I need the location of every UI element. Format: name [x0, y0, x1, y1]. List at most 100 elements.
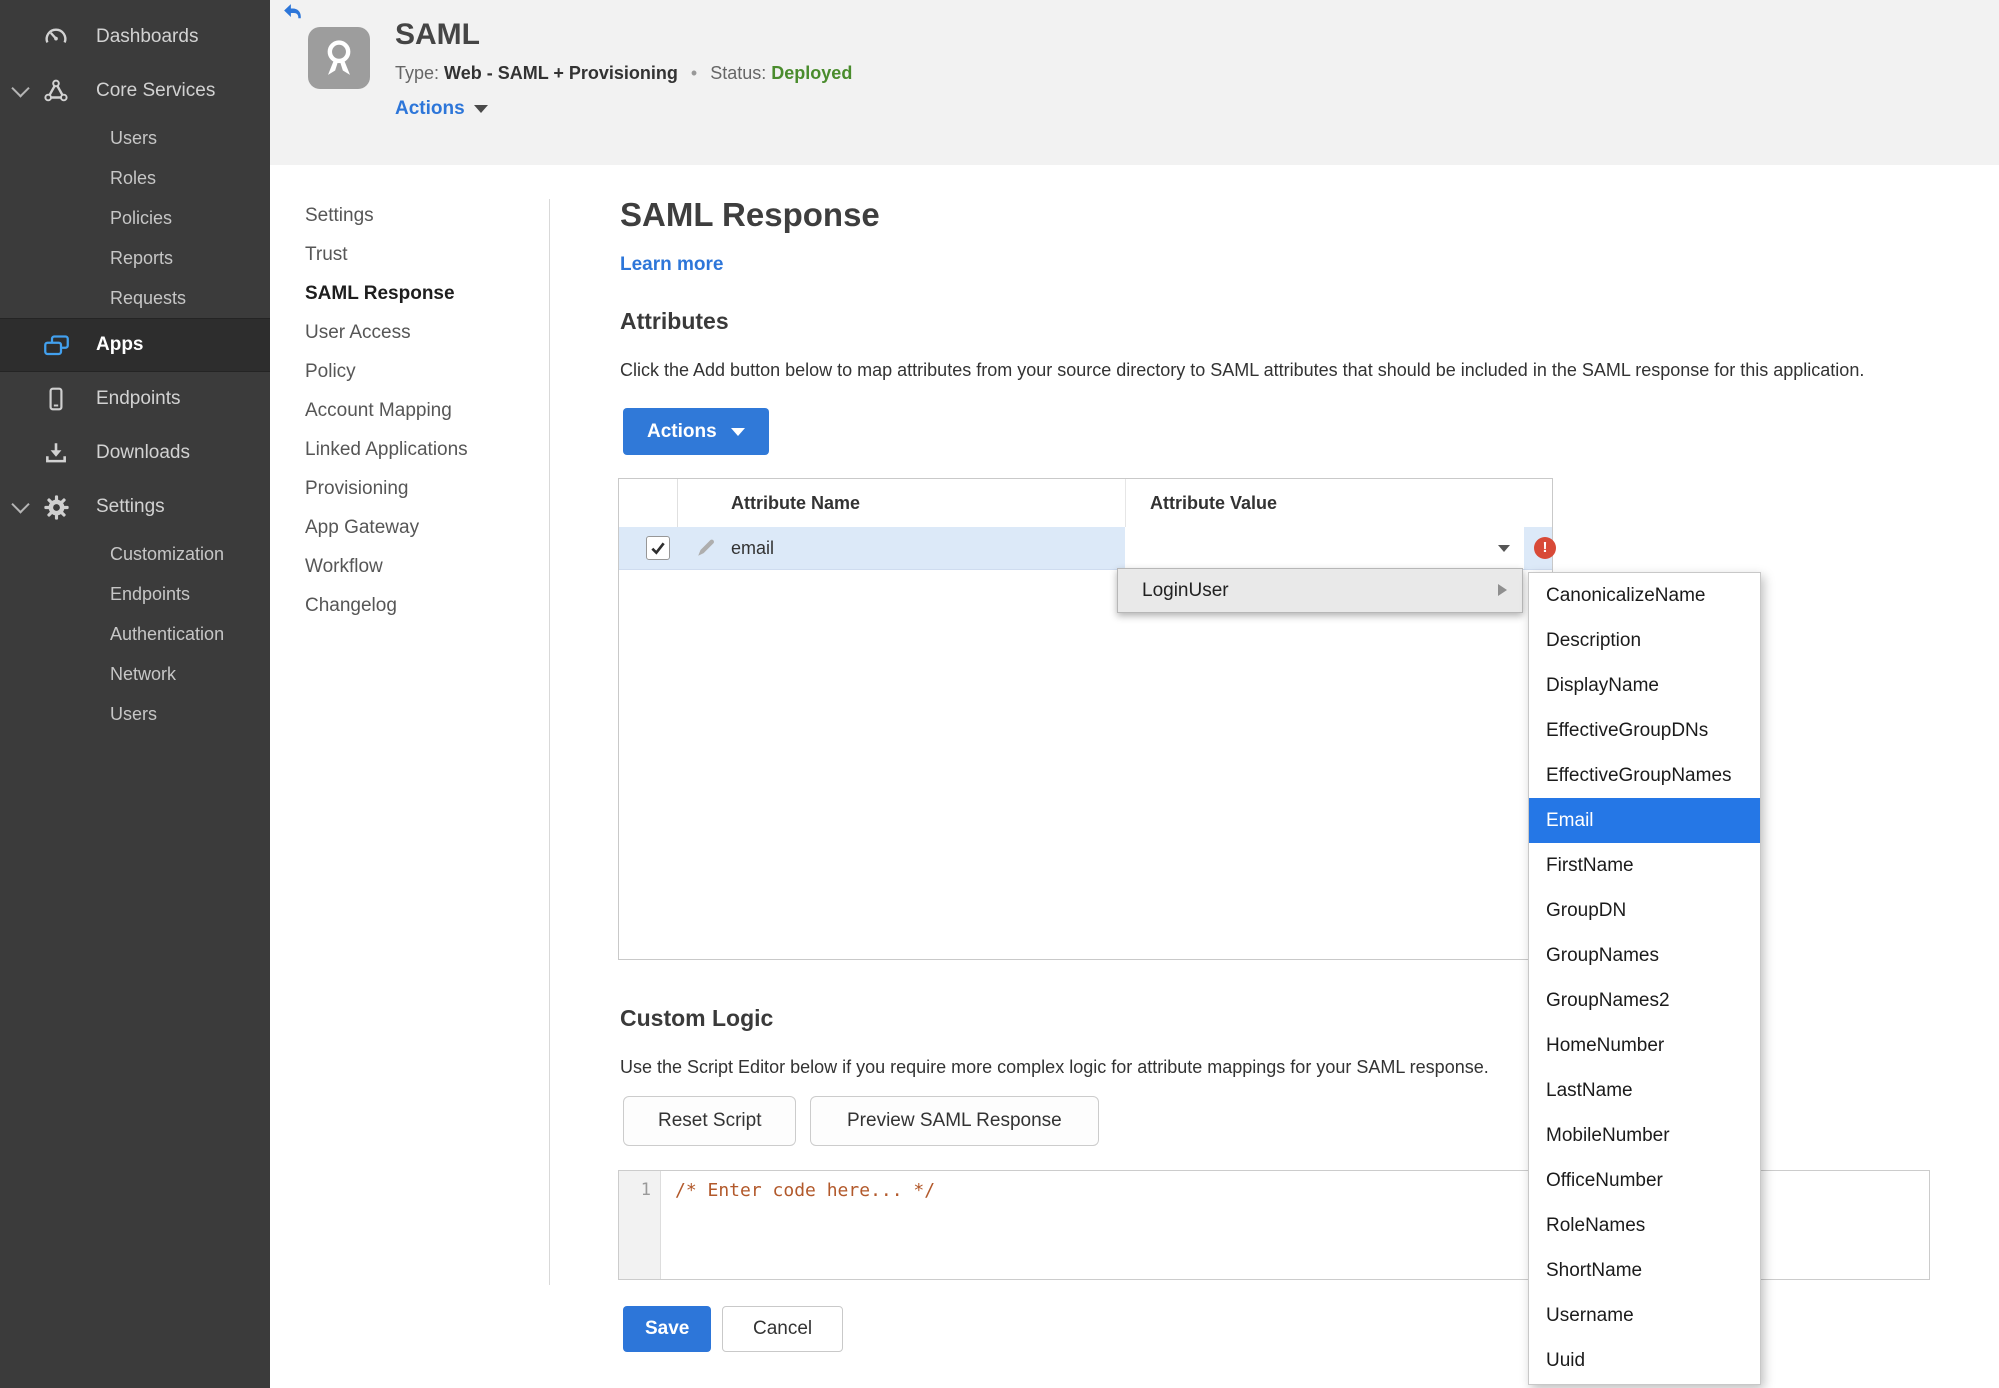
table-row[interactable]: email ! [619, 527, 1556, 570]
menu-option-officenumber[interactable]: OfficeNumber [1529, 1159, 1760, 1204]
menu-option-mobilenumber[interactable]: MobileNumber [1529, 1114, 1760, 1159]
sidebar-item-settings[interactable]: Settings [0, 480, 270, 534]
chevron-down-icon [730, 427, 745, 436]
menu-option-effectivegroupdns[interactable]: EffectiveGroupDNs [1529, 708, 1760, 753]
sidebar-item-label: Policies [110, 207, 173, 228]
menu-option-description[interactable]: Description [1529, 618, 1760, 663]
chevron-right-icon [1498, 584, 1507, 596]
attribute-value-submenu: CanonicalizeName Description DisplayName Ef… [1528, 572, 1761, 1385]
menu-option-displayname[interactable]: DisplayName [1529, 663, 1760, 708]
preview-saml-response-button[interactable]: Preview SAML Response [810, 1096, 1099, 1146]
menu-item-loginuser[interactable]: LoginUser [1118, 569, 1522, 612]
gear-icon [42, 493, 70, 521]
chevron-down-icon [473, 105, 488, 113]
menu-option-username[interactable]: Username [1529, 1294, 1760, 1339]
sidebar-item-label: Users [110, 703, 158, 724]
menu-option-effectivegroupnames[interactable]: EffectiveGroupNames [1529, 753, 1760, 798]
gauge-icon [42, 23, 70, 51]
sidebar-item-label: Network [110, 663, 177, 684]
sidebar-item-label: Settings [96, 496, 165, 517]
subnav-item-workflow[interactable]: Workflow [305, 547, 535, 586]
app-subnav: Settings Trust SAML Response User Access Pol… [305, 196, 535, 625]
menu-option-firstname[interactable]: FirstName [1529, 843, 1760, 888]
sidebar-item-label: Endpoints [110, 583, 191, 604]
editor-code[interactable]: /* Enter code here... */ [661, 1171, 935, 1279]
apps-icon [42, 331, 70, 359]
subnav-item-provisioning[interactable]: Provisioning [305, 469, 535, 508]
menu-option-canonicalizename[interactable]: CanonicalizeName [1529, 573, 1760, 618]
menu-option-uuid[interactable]: Uuid [1529, 1339, 1760, 1384]
attributes-description: Click the Add button below to map attrib… [620, 360, 1865, 380]
subnav-item-policy[interactable]: Policy [305, 352, 535, 391]
subnav-divider [549, 199, 550, 1285]
menu-option-rolenames[interactable]: RoleNames [1529, 1204, 1760, 1249]
sidebar-item-policies[interactable]: Policies [0, 198, 270, 238]
subnav-item-linked-applications[interactable]: Linked Applications [305, 430, 535, 469]
custom-logic-heading: Custom Logic [620, 1005, 774, 1031]
sidebar-item-label: Endpoints [96, 388, 181, 409]
menu-option-groupdn[interactable]: GroupDN [1529, 888, 1760, 933]
sidebar-item-requests[interactable]: Requests [0, 278, 270, 318]
chevron-down-icon[interactable] [11, 495, 30, 514]
sidebar-item-roles[interactable]: Roles [0, 158, 270, 198]
subnav-item-account-mapping[interactable]: Account Mapping [305, 391, 535, 430]
menu-option-groupnames[interactable]: GroupNames [1529, 933, 1760, 978]
attributes-heading: Attributes [620, 308, 729, 334]
sidebar-item-label: Customization [110, 543, 225, 564]
attribute-name-column-header: Attribute Name [677, 479, 1125, 527]
sidebar-item-label: Authentication [110, 623, 225, 644]
attributes-actions-button[interactable]: Actions [623, 408, 769, 455]
menu-option-email[interactable]: Email [1529, 798, 1760, 844]
attribute-value-column-header: Attribute Value [1125, 479, 1552, 527]
attribute-value-dropdown[interactable] [1125, 527, 1524, 569]
sidebar-item-network[interactable]: Network [0, 654, 270, 694]
sidebar-item-endpoints[interactable]: Endpoints [0, 574, 270, 614]
custom-logic-description: Use the Script Editor below if you requi… [620, 1057, 1489, 1077]
row-checkbox[interactable] [646, 536, 670, 560]
sidebar-item-label: Users [110, 127, 158, 148]
sidebar-item-dashboards[interactable]: Dashboards [0, 10, 270, 64]
sidebar-item-label: Downloads [96, 442, 190, 463]
chevron-down-icon[interactable] [11, 79, 30, 98]
error-icon: ! [1534, 537, 1556, 559]
sidebar-item-authentication[interactable]: Authentication [0, 614, 270, 654]
chevron-down-icon [1498, 545, 1510, 552]
subnav-item-settings[interactable]: Settings [305, 196, 535, 235]
subnav-item-changelog[interactable]: Changelog [305, 586, 535, 625]
sidebar-item-reports[interactable]: Reports [0, 238, 270, 278]
subnav-item-saml-response[interactable]: SAML Response [305, 274, 535, 313]
sidebar-item-apps[interactable]: Apps [0, 318, 270, 372]
app-root: Dashboards Core Services Users Roles Policie… [0, 0, 1999, 1388]
attributes-actions-label: Actions [647, 420, 717, 442]
sidebar-item-endpoints[interactable]: Endpoints [0, 372, 270, 426]
download-icon [42, 439, 70, 467]
app-title: SAML [395, 18, 480, 51]
attribute-value-menu[interactable]: LoginUser [1117, 568, 1523, 613]
menu-option-homenumber[interactable]: HomeNumber [1529, 1024, 1760, 1069]
sidebar-item-label: Reports [110, 247, 174, 268]
save-button[interactable]: Save [623, 1306, 712, 1352]
reset-script-button[interactable]: Reset Script [623, 1096, 797, 1146]
subnav-item-app-gateway[interactable]: App Gateway [305, 508, 535, 547]
sidebar-item-users[interactable]: Users [0, 118, 270, 158]
subnav-item-trust[interactable]: Trust [305, 235, 535, 274]
learn-more-link[interactable]: Learn more [620, 254, 723, 276]
attributes-table: Attribute Name Attribute Value email ! [618, 478, 1556, 960]
cancel-button[interactable]: Cancel [722, 1306, 844, 1352]
sidebar-item-users[interactable]: Users [0, 694, 270, 734]
back-arrow-icon[interactable] [283, 3, 301, 21]
menu-option-lastname[interactable]: LastName [1529, 1069, 1760, 1114]
header-actions-label: Actions [395, 98, 465, 119]
core-services-icon [42, 77, 70, 105]
subnav-item-user-access[interactable]: User Access [305, 313, 535, 352]
edit-pencil-icon[interactable] [695, 537, 717, 559]
sidebar-item-core-services[interactable]: Core Services [0, 64, 270, 118]
sidebar-item-customization[interactable]: Customization [0, 534, 270, 574]
page-title: SAML Response [620, 196, 880, 233]
type-label: Type: [395, 63, 440, 83]
sidebar-item-downloads[interactable]: Downloads [0, 426, 270, 480]
menu-option-groupnames2[interactable]: GroupNames2 [1529, 979, 1760, 1024]
menu-option-shortname[interactable]: ShortName [1529, 1249, 1760, 1294]
sidebar-item-label: Apps [96, 334, 144, 355]
header-actions-menu[interactable]: Actions [395, 98, 488, 120]
